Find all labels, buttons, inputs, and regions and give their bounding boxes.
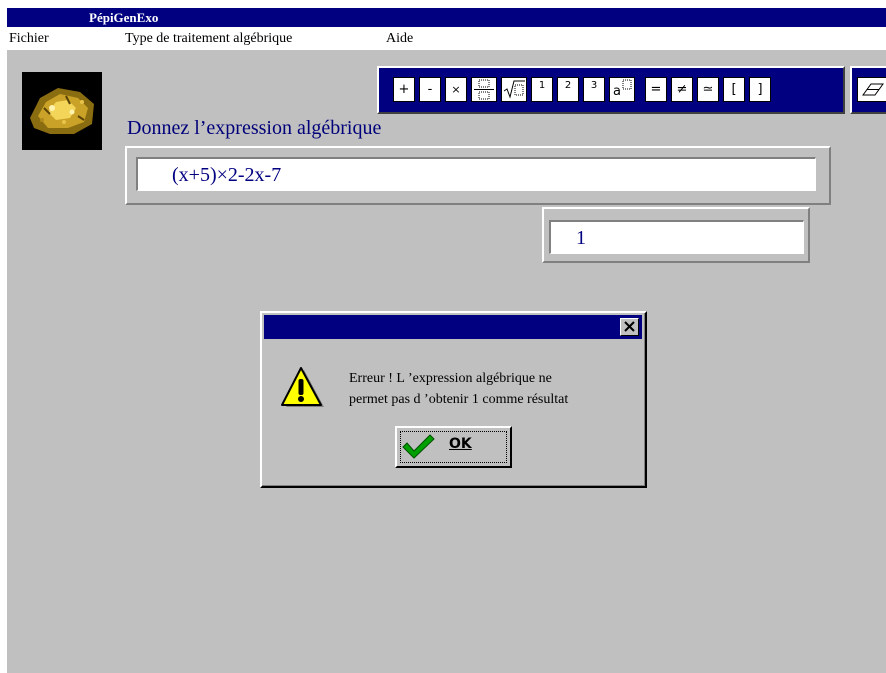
equals-button[interactable]: = — [645, 77, 667, 102]
dialog-title-bar — [264, 315, 642, 339]
result-frame: 1 — [542, 207, 810, 263]
minus-button[interactable]: - — [419, 77, 441, 102]
exponent-button[interactable]: a — [609, 77, 635, 102]
times-icon: × — [451, 83, 461, 96]
dialog-message: Erreur ! L ’expression algébrique ne per… — [349, 368, 639, 410]
ok-button[interactable]: OK — [395, 426, 512, 468]
app-logo — [22, 72, 102, 150]
plus-icon: + — [398, 82, 410, 97]
right-bracket-button[interactable]: ] — [749, 77, 771, 102]
right-bracket-icon: ] — [757, 82, 763, 97]
menu-fichier[interactable]: Fichier — [7, 27, 51, 50]
result-input[interactable]: 1 — [549, 220, 804, 254]
minus-icon: - — [427, 82, 433, 97]
menu-aide[interactable]: Aide — [384, 27, 415, 50]
menu-bar: Fichier Type de traitement algébrique Ai… — [7, 27, 886, 50]
window-title: PépiGenExo — [89, 10, 159, 25]
exponent-base-label: a — [613, 84, 621, 99]
left-bracket-button[interactable]: [ — [723, 77, 745, 102]
dialog-message-line-1: Erreur ! L ’expression algébrique ne — [349, 371, 552, 386]
title-bar: PépiGenExo — [7, 8, 886, 27]
expression-frame: (x+5)×2-2x-7 — [125, 146, 831, 205]
expression-input[interactable]: (x+5)×2-2x-7 — [136, 157, 816, 191]
main-window: PépiGenExo Fichier Type de traitement al… — [7, 8, 886, 673]
menu-type-traitement[interactable]: Type de traitement algébrique — [123, 27, 294, 50]
error-dialog: Erreur ! L ’expression algébrique ne per… — [260, 311, 647, 488]
fraction-button[interactable] — [471, 77, 497, 102]
gold-nugget-icon — [22, 72, 102, 150]
fraction-icon — [474, 79, 494, 100]
superscript-3-icon: 3 — [590, 80, 598, 91]
plus-button[interactable]: + — [393, 77, 415, 102]
eraser-group — [850, 66, 886, 114]
approx-button[interactable]: ≃ — [697, 77, 719, 102]
times-button[interactable]: × — [445, 77, 467, 102]
approx-icon: ≃ — [702, 82, 714, 97]
close-icon — [624, 321, 635, 332]
math-toolbar: + - × 1 2 3 a = ≠ ≃ [] — [377, 66, 886, 114]
power-2-button[interactable]: 2 — [557, 77, 579, 102]
sqrt-icon — [503, 80, 525, 99]
superscript-2-icon: 2 — [564, 80, 572, 91]
eraser-icon — [861, 83, 884, 96]
sqrt-button[interactable] — [501, 77, 527, 102]
dialog-close-button[interactable] — [620, 318, 639, 336]
power-1-button[interactable]: 1 — [531, 77, 553, 102]
not-equal-icon: ≠ — [676, 82, 688, 97]
symbol-group: + - × 1 2 3 a = ≠ ≃ [] — [377, 66, 845, 114]
superscript-1-icon: 1 — [538, 80, 546, 91]
eraser-button[interactable] — [857, 77, 886, 102]
ok-label: OK — [449, 436, 472, 452]
dialog-message-line-2: permet pas d ’obtenir 1 comme résultat — [349, 392, 569, 407]
expression-prompt: Donnez l’expression algébrique — [127, 117, 382, 139]
power-3-button[interactable]: 3 — [583, 77, 605, 102]
equals-icon: = — [650, 82, 662, 97]
left-bracket-icon: [ — [731, 82, 737, 97]
not-equal-button[interactable]: ≠ — [671, 77, 693, 102]
warning-icon — [281, 367, 324, 407]
checkmark-icon — [402, 434, 435, 459]
